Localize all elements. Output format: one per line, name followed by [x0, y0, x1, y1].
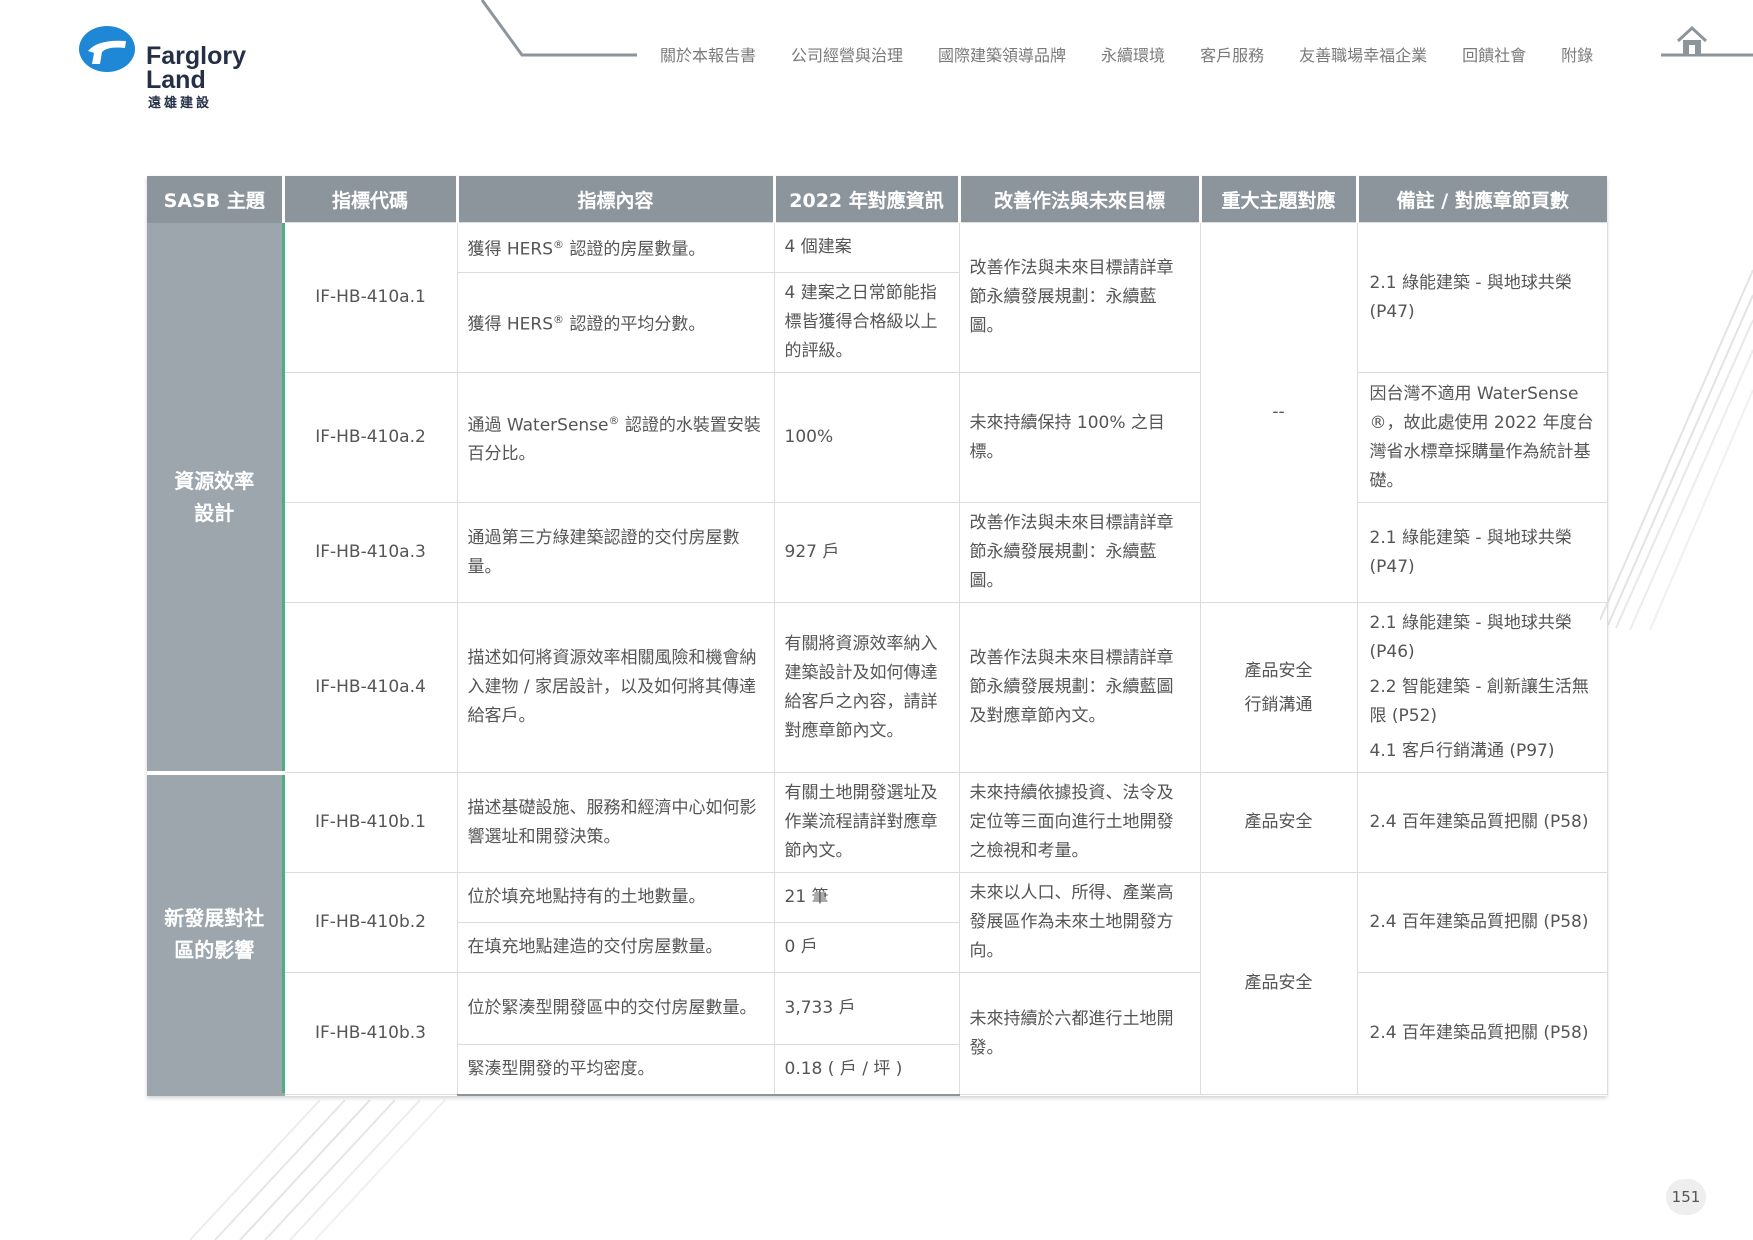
code-410a3: IF-HB-410a.3 — [282, 502, 458, 603]
table-row: 資源效率設計 IF-HB-410a.1 獲得 HERS® 認證的房屋數量。 4 … — [147, 222, 1608, 775]
top-navigation: 關於本報告書 公司經營與治理 國際建築領導品牌 永續環境 客戶服務 友善職場幸福… — [660, 42, 1628, 66]
info-410a1-count: 4 個建案 — [773, 222, 960, 273]
header-indicator-content: 指標內容 — [455, 176, 774, 223]
material-410b2-b3: 產品安全 — [1199, 872, 1358, 1095]
table-row: IF-HB-410a.3 通過第三方綠建築認證的交付房屋數量。 927 戶 改善… — [147, 502, 1608, 603]
improve-410b3: 未來持續於六都進行土地開發。 — [958, 972, 1201, 1095]
table-row: IF-HB-410a.4 描述如何將資源效率相關風險和機會納入建物 / 家居設計… — [147, 602, 1608, 773]
notes-410a1: 2.1 綠能建築 - 與地球共榮 (P47) — [1356, 222, 1608, 373]
nav-item-society[interactable]: 回饋社會 — [1462, 42, 1526, 66]
material-410a1-a3: -- — [1199, 222, 1358, 603]
code-410a2: IF-HB-410a.2 — [282, 372, 458, 503]
table-row: 新發展對社區的影響 IF-HB-410b.1 描述基礎設施、服務和經濟中心如何影… — [147, 772, 1608, 1096]
notes-410a2: 因台灣不適用 WaterSense ®，故此處使用 2022 年度台灣省水標章採購… — [1356, 372, 1608, 503]
code-410b2: IF-HB-410b.2 — [282, 872, 458, 973]
decorative-diagonal-lines-bottom — [190, 1100, 446, 1240]
content-410a4: 描述如何將資源效率相關風險和機會納入建物 / 家居設計，以及如何將其傳達給客戶。 — [456, 602, 775, 773]
header-improvement-goals: 改善作法與未來目標 — [957, 176, 1200, 223]
code-410a4: IF-HB-410a.4 — [282, 602, 458, 773]
table-row: IF-HB-410b.3 位於緊湊型開發區中的交付房屋數量。 3,733 戶 未… — [147, 972, 1608, 1095]
notes-410a3: 2.1 綠能建築 - 與地球共榮 (P47) — [1356, 502, 1608, 603]
nav-item-about-report[interactable]: 關於本報告書 — [660, 42, 756, 66]
table-header-row: SASB 主題 指標代碼 指標內容 2022 年對應資訊 改善作法與未來目標 重… — [147, 176, 1607, 223]
info-410b3-homes: 3,733 戶 — [773, 972, 960, 1045]
home-icon[interactable] — [1675, 24, 1709, 58]
topic-community-impact: 新發展對社區的影響 — [147, 772, 285, 1096]
info-410a2: 100% — [773, 372, 960, 503]
info-410a1-score: 4 建案之日常節能指標皆獲得合格級以上的評級。 — [773, 272, 960, 373]
improve-410b1: 未來持續依據投資、法令及定位等三面向進行土地開發之檢視和考量。 — [958, 772, 1201, 873]
nav-item-environment[interactable]: 永續環境 — [1101, 42, 1165, 66]
notes-410a4: 2.1 綠能建築 - 與地球共榮 (P46) 2.2 智能建築 - 創新讓生活無… — [1356, 602, 1608, 773]
nav-item-brand[interactable]: 國際建築領導品牌 — [938, 42, 1066, 66]
code-410b1: IF-HB-410b.1 — [282, 772, 458, 873]
nav-item-customer-service[interactable]: 客戶服務 — [1200, 42, 1264, 66]
header-notes-pages: 備註 / 對應章節頁數 — [1355, 176, 1607, 223]
improve-410a1: 改善作法與未來目標請詳章節永續發展規劃：永續藍圖。 — [958, 222, 1201, 373]
improve-410a3: 改善作法與未來目標請詳章節永續發展規劃：永續藍圖。 — [958, 502, 1201, 603]
content-410b1: 描述基礎設施、服務和經濟中心如何影響選址和開發決策。 — [456, 772, 775, 873]
header-2022-info: 2022 年對應資訊 — [772, 176, 959, 223]
nav-item-governance[interactable]: 公司經營與治理 — [791, 42, 903, 66]
info-410b3-density: 0.18 ( 戶 / 坪 ) — [773, 1044, 960, 1096]
nav-item-appendix[interactable]: 附錄 — [1561, 42, 1593, 66]
logo-text-en-line2: Land — [146, 66, 206, 94]
material-410a4: 產品安全 行銷溝通 — [1199, 602, 1358, 773]
notes-410b2: 2.4 百年建築品質把關 (P58) — [1356, 872, 1608, 973]
info-410b2-homes: 0 戶 — [773, 922, 960, 973]
nav-item-workplace[interactable]: 友善職場幸福企業 — [1299, 42, 1427, 66]
page-number: 151 — [1666, 1179, 1706, 1215]
improve-410b2: 未來以人口、所得、產業高發展區作為未來土地開發方向。 — [958, 872, 1201, 973]
sasb-table-container: SASB 主題 指標代碼 指標內容 2022 年對應資訊 改善作法與未來目標 重… — [147, 176, 1608, 1096]
sasb-index-table: SASB 主題 指標代碼 指標內容 2022 年對應資訊 改善作法與未來目標 重… — [147, 176, 1608, 1096]
content-410b3-homes: 位於緊湊型開發區中的交付房屋數量。 — [456, 972, 775, 1045]
content-410b3-density: 緊湊型開發的平均密度。 — [456, 1044, 775, 1096]
improve-410a2: 未來持續保持 100% 之目標。 — [958, 372, 1201, 503]
decorative-diagonal-lines-right — [1600, 269, 1753, 630]
notes-410b1: 2.4 百年建築品質把關 (P58) — [1356, 772, 1608, 873]
content-410a1-count: 獲得 HERS® 認證的房屋數量。 — [456, 222, 775, 273]
code-410b3: IF-HB-410b.3 — [282, 972, 458, 1095]
code-410a1: IF-HB-410a.1 — [282, 222, 458, 373]
content-410b2-homes: 在填充地點建造的交付房屋數量。 — [456, 922, 775, 973]
header-indicator-code: 指標代碼 — [281, 176, 457, 223]
topic-resource-efficiency: 資源效率設計 — [147, 222, 285, 775]
logo-text-zh: 遠雄建設 — [148, 96, 213, 111]
header-material-topic: 重大主題對應 — [1198, 176, 1357, 223]
improve-410a4: 改善作法與未來目標請詳章節永續發展規劃：永續藍圖及對應章節內文。 — [958, 602, 1201, 773]
header-sasb-topic: SASB 主題 — [147, 176, 283, 223]
content-410a2: 通過 WaterSense® 認證的水裝置安裝百分比。 — [456, 372, 775, 503]
material-410b1: 產品安全 — [1199, 772, 1358, 873]
content-410b2-land: 位於填充地點持有的土地數量。 — [456, 872, 775, 923]
company-logo[interactable]: Farglory Land 遠雄建設 — [78, 24, 278, 114]
notes-410b3: 2.4 百年建築品質把關 (P58) — [1356, 972, 1608, 1095]
info-410a4: 有關將資源效率納入建築設計及如何傳達給客戶之內容，請詳對應章節內文。 — [773, 602, 960, 773]
content-410a1-score: 獲得 HERS® 認證的平均分數。 — [456, 272, 775, 373]
info-410a3: 927 戶 — [773, 502, 960, 603]
content-410a3: 通過第三方綠建築認證的交付房屋數量。 — [456, 502, 775, 603]
info-410b1: 有關土地開發選址及作業流程請詳對應章節內文。 — [773, 772, 960, 873]
table-row: IF-HB-410b.2 位於填充地點持有的土地數量。 21 筆 未來以人口、所… — [147, 872, 1608, 1095]
farglory-logo-mark-icon — [79, 26, 135, 72]
info-410b2-land: 21 筆 — [773, 872, 960, 923]
table-row: IF-HB-410a.2 通過 WaterSense® 認證的水裝置安裝百分比。… — [147, 372, 1608, 503]
